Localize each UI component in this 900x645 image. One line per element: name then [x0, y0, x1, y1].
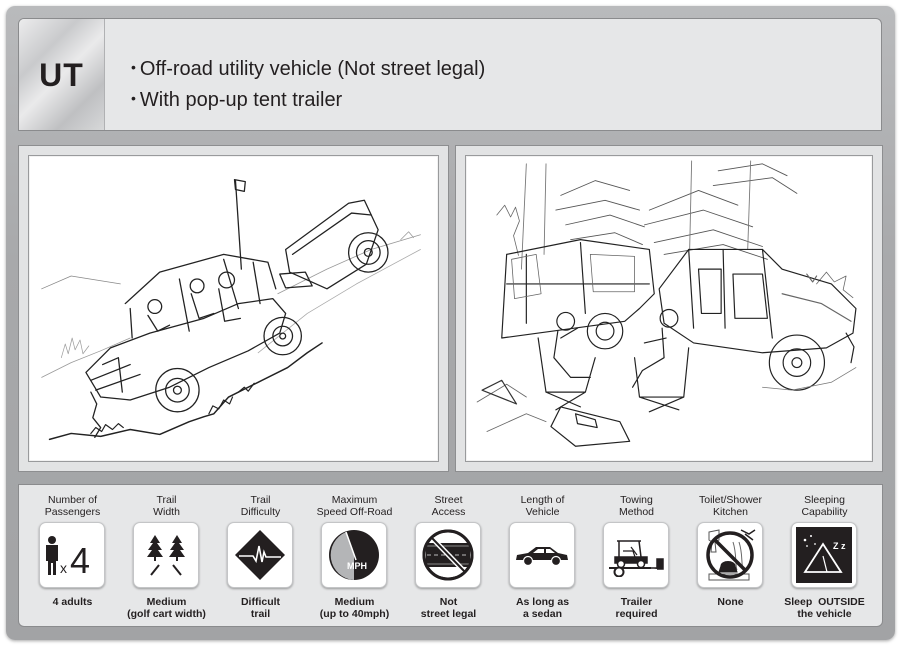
specs-bar: Number of Passengers x 4 4 adults Trail Wi… — [18, 484, 883, 627]
svg-text:4: 4 — [70, 540, 90, 577]
utv-towing-illustration — [28, 155, 439, 462]
trail-width-trees-icon — [133, 522, 199, 588]
spec-label: Street Access — [431, 494, 466, 518]
feature-item: With pop-up tent trailer — [131, 84, 485, 115]
sedan-car-icon — [509, 522, 575, 588]
mph-text: MPH — [347, 561, 367, 571]
spec-label: Trail Difficulty — [240, 494, 281, 518]
spec-label: Number of Passengers — [44, 494, 101, 518]
campsite-illustration — [465, 155, 873, 462]
spec-value: Sleep OUTSIDE the vehicle — [784, 596, 865, 620]
spec-label: Length of Vehicle — [520, 494, 565, 518]
speedometer-icon: MPH — [321, 522, 387, 588]
spec-label: Toilet/Shower Kitchen — [698, 494, 763, 518]
illustration-panel-left — [18, 145, 449, 472]
passengers-x4-icon: x 4 — [39, 522, 105, 588]
spec-label: Sleeping Capability — [801, 494, 848, 518]
spec-label: Maximum Speed Off-Road — [316, 494, 393, 518]
no-street-icon — [415, 522, 481, 588]
spec-label: Towing Method — [618, 494, 655, 518]
zzz-text: Z z — [833, 541, 846, 551]
svg-text:x: x — [60, 560, 67, 576]
no-facilities-icon — [697, 522, 763, 588]
header: UT Off-road utility vehicle (Not street … — [18, 18, 882, 131]
spec-label: Trail Width — [153, 494, 180, 518]
feature-list: Off-road utility vehicle (Not street leg… — [131, 53, 485, 115]
feature-item: Off-road utility vehicle (Not street leg… — [131, 53, 485, 84]
tent-night-icon: Z z — [791, 522, 857, 588]
trail-difficulty-diamond-icon — [227, 522, 293, 588]
vehicle-code-badge: UT — [19, 19, 105, 130]
vehicle-code: UT — [39, 57, 84, 93]
trailer-tow-icon — [603, 522, 669, 588]
illustration-panel-right — [455, 145, 883, 472]
